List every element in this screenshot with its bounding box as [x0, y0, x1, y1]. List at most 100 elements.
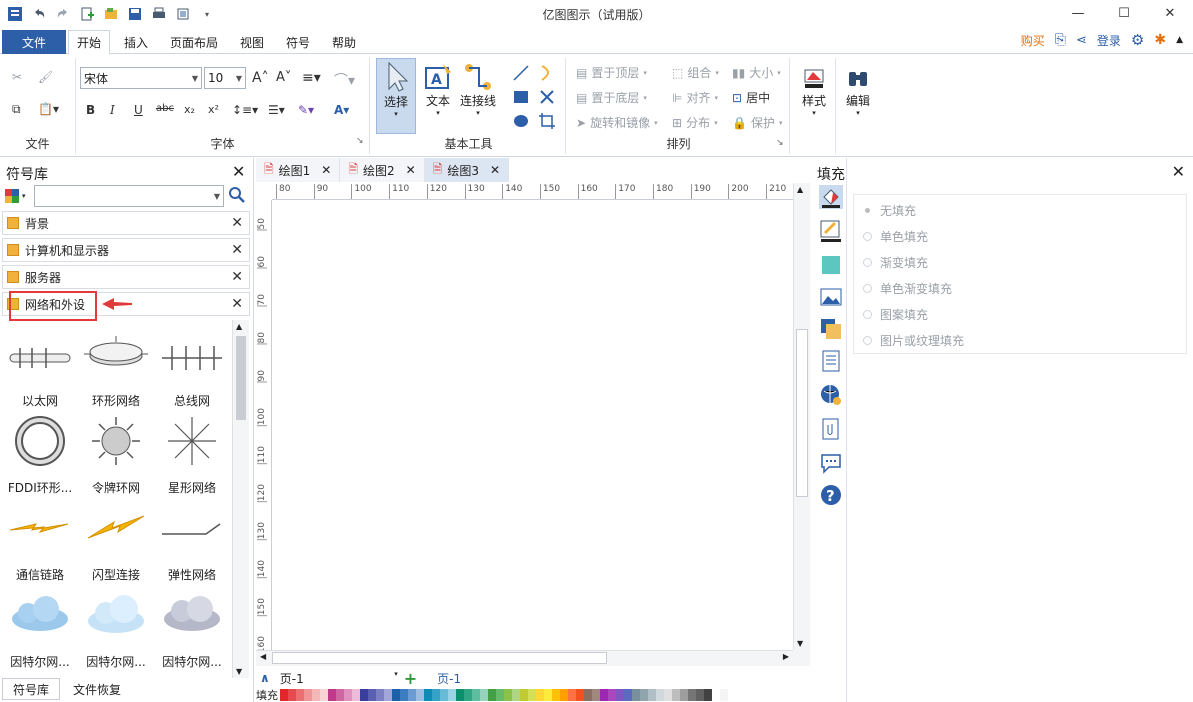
edit-button[interactable]: 编辑 ▾ — [840, 66, 876, 117]
color-swatch[interactable] — [320, 689, 328, 701]
crop-tool-icon[interactable] — [538, 112, 556, 130]
scroll-up-icon[interactable]: ▲ — [236, 322, 242, 331]
scroll-down-icon[interactable]: ▼ — [797, 639, 803, 648]
color-swatch[interactable] — [296, 689, 304, 701]
color-swatch[interactable] — [592, 689, 600, 701]
subscript-icon[interactable]: x₂ — [184, 103, 195, 116]
help-icon[interactable]: ? — [819, 483, 843, 507]
color-swatch[interactable] — [552, 689, 560, 701]
color-swatch[interactable] — [360, 689, 368, 701]
tab-file-recovery[interactable]: 文件恢复 — [64, 678, 130, 700]
paste-icon[interactable]: 📋▾ — [38, 102, 59, 116]
color-swatch[interactable] — [648, 689, 656, 701]
scroll-thumb[interactable] — [272, 652, 607, 664]
color-swatch[interactable] — [640, 689, 648, 701]
color-swatch[interactable] — [696, 689, 704, 701]
menu-home[interactable]: 开始 — [68, 30, 111, 55]
close-icon[interactable]: ✕ — [1147, 0, 1193, 26]
color-swatch[interactable] — [368, 689, 376, 701]
color-swatch[interactable] — [304, 689, 312, 701]
buy-link[interactable]: 购买 — [1021, 32, 1045, 49]
color-swatch[interactable] — [528, 689, 536, 701]
color-swatch[interactable] — [560, 689, 568, 701]
grow-font-icon[interactable]: A˄ — [252, 70, 269, 86]
color-swatch[interactable] — [312, 689, 320, 701]
copy-icon[interactable]: ⧉ — [12, 102, 21, 117]
scroll-right-icon[interactable]: ▶ — [783, 652, 789, 661]
hyperlink-globe-icon[interactable] — [819, 383, 843, 407]
shape-elastic-network[interactable]: 弹性网络 — [154, 500, 230, 582]
menu-symbols[interactable]: 符号 — [278, 30, 318, 54]
color-swatch[interactable] — [608, 689, 616, 701]
shape-bus-network[interactable]: 总线网 — [154, 326, 230, 408]
canvas-horizontal-scrollbar[interactable]: ◀ ▶ — [256, 650, 793, 666]
cross-tool-icon[interactable] — [538, 88, 556, 106]
font-size-select[interactable]: 10 ▼ — [204, 67, 246, 89]
drawing-canvas[interactable] — [272, 200, 793, 650]
maximize-icon[interactable]: ☐ — [1101, 0, 1147, 26]
color-swatch[interactable] — [456, 689, 464, 701]
color-swatch[interactable] — [384, 689, 392, 701]
color-swatch[interactable] — [664, 689, 672, 701]
menu-view[interactable]: 视图 — [232, 30, 272, 54]
ellipse-tool-icon[interactable] — [512, 112, 530, 130]
tab-symbol-library[interactable]: 符号库 — [2, 678, 60, 700]
page-nav-up-icon[interactable]: ∧ — [260, 671, 270, 685]
color-swatch[interactable] — [288, 689, 296, 701]
color-swatch[interactable] — [544, 689, 552, 701]
shape-ethernet[interactable]: 以太网 — [2, 326, 78, 408]
size-button[interactable]: ▮▮ 大小 ▾ — [732, 64, 781, 81]
color-swatch[interactable] — [496, 689, 504, 701]
scroll-thumb[interactable] — [236, 336, 246, 420]
menu-page-layout[interactable]: 页面布局 — [162, 30, 226, 54]
shape-internet-cloud-2[interactable]: 因特尔网... — [78, 587, 154, 669]
close-icon[interactable]: ✕ — [490, 163, 500, 177]
share-network-icon[interactable]: ⋖ — [1076, 33, 1087, 48]
color-swatch[interactable] — [624, 689, 632, 701]
page-list-icon[interactable] — [819, 349, 843, 373]
rotate-mirror-button[interactable]: ➤ 旋转和镜像 ▾ — [576, 114, 658, 131]
color-swatch[interactable] — [712, 689, 720, 701]
fill-option-single-gradient[interactable]: 单色渐变填充 — [863, 280, 952, 297]
text-align-icon[interactable]: ≡▾ — [302, 70, 321, 86]
line-style-icon[interactable] — [819, 219, 843, 243]
shrink-font-icon[interactable]: A˅ — [276, 70, 291, 85]
color-swatch[interactable] — [336, 689, 344, 701]
library-scrollbar[interactable]: ▲ ▼ — [232, 320, 249, 678]
color-swatch[interactable] — [408, 689, 416, 701]
color-swatch[interactable] — [520, 689, 528, 701]
file-menu-button[interactable]: 文件 — [2, 30, 66, 54]
text-direction-icon[interactable]: ⌒▾ — [334, 70, 355, 90]
color-swatch[interactable] — [392, 689, 400, 701]
fill-option-none[interactable]: 无填充 — [863, 202, 916, 219]
color-swatch[interactable] — [680, 689, 688, 701]
select-tool-button[interactable]: 选择 ▾ — [376, 58, 416, 134]
color-swatch[interactable] — [632, 689, 640, 701]
bold-icon[interactable]: B — [86, 103, 95, 117]
rectangle-tool-icon[interactable] — [512, 88, 530, 106]
text-tool-button[interactable]: A 文本 ▾ — [420, 62, 456, 117]
close-icon[interactable]: ✕ — [231, 296, 243, 312]
close-icon[interactable]: ✕ — [231, 242, 243, 258]
library-picker-icon[interactable]: ▾ — [4, 186, 32, 206]
color-swatch[interactable] — [424, 689, 432, 701]
color-swatch[interactable] — [376, 689, 384, 701]
library-category-background[interactable]: 背景 ✕ — [2, 211, 250, 235]
color-swatch[interactable] — [472, 689, 480, 701]
login-link[interactable]: 登录 — [1097, 32, 1121, 49]
menu-help[interactable]: 帮助 — [324, 30, 364, 54]
layers-icon[interactable] — [819, 317, 843, 341]
library-search-input[interactable]: ▼ — [34, 185, 224, 207]
send-to-back-button[interactable]: ▤ 置于底层 ▾ — [576, 89, 647, 106]
color-swatch[interactable] — [656, 689, 664, 701]
color-swatch[interactable] — [704, 689, 712, 701]
image-icon[interactable] — [819, 285, 843, 309]
color-swatch[interactable] — [400, 689, 408, 701]
ribbon-collapse-icon[interactable]: ▲ — [1176, 35, 1183, 45]
color-swatch[interactable] — [280, 689, 288, 701]
center-button[interactable]: ⊡ 居中 — [732, 89, 770, 106]
style-button[interactable]: 样式 ▾ — [796, 66, 832, 117]
color-swatch[interactable] — [720, 689, 728, 701]
color-swatch[interactable] — [504, 689, 512, 701]
fill-option-solid[interactable]: 单色填充 — [863, 228, 928, 245]
